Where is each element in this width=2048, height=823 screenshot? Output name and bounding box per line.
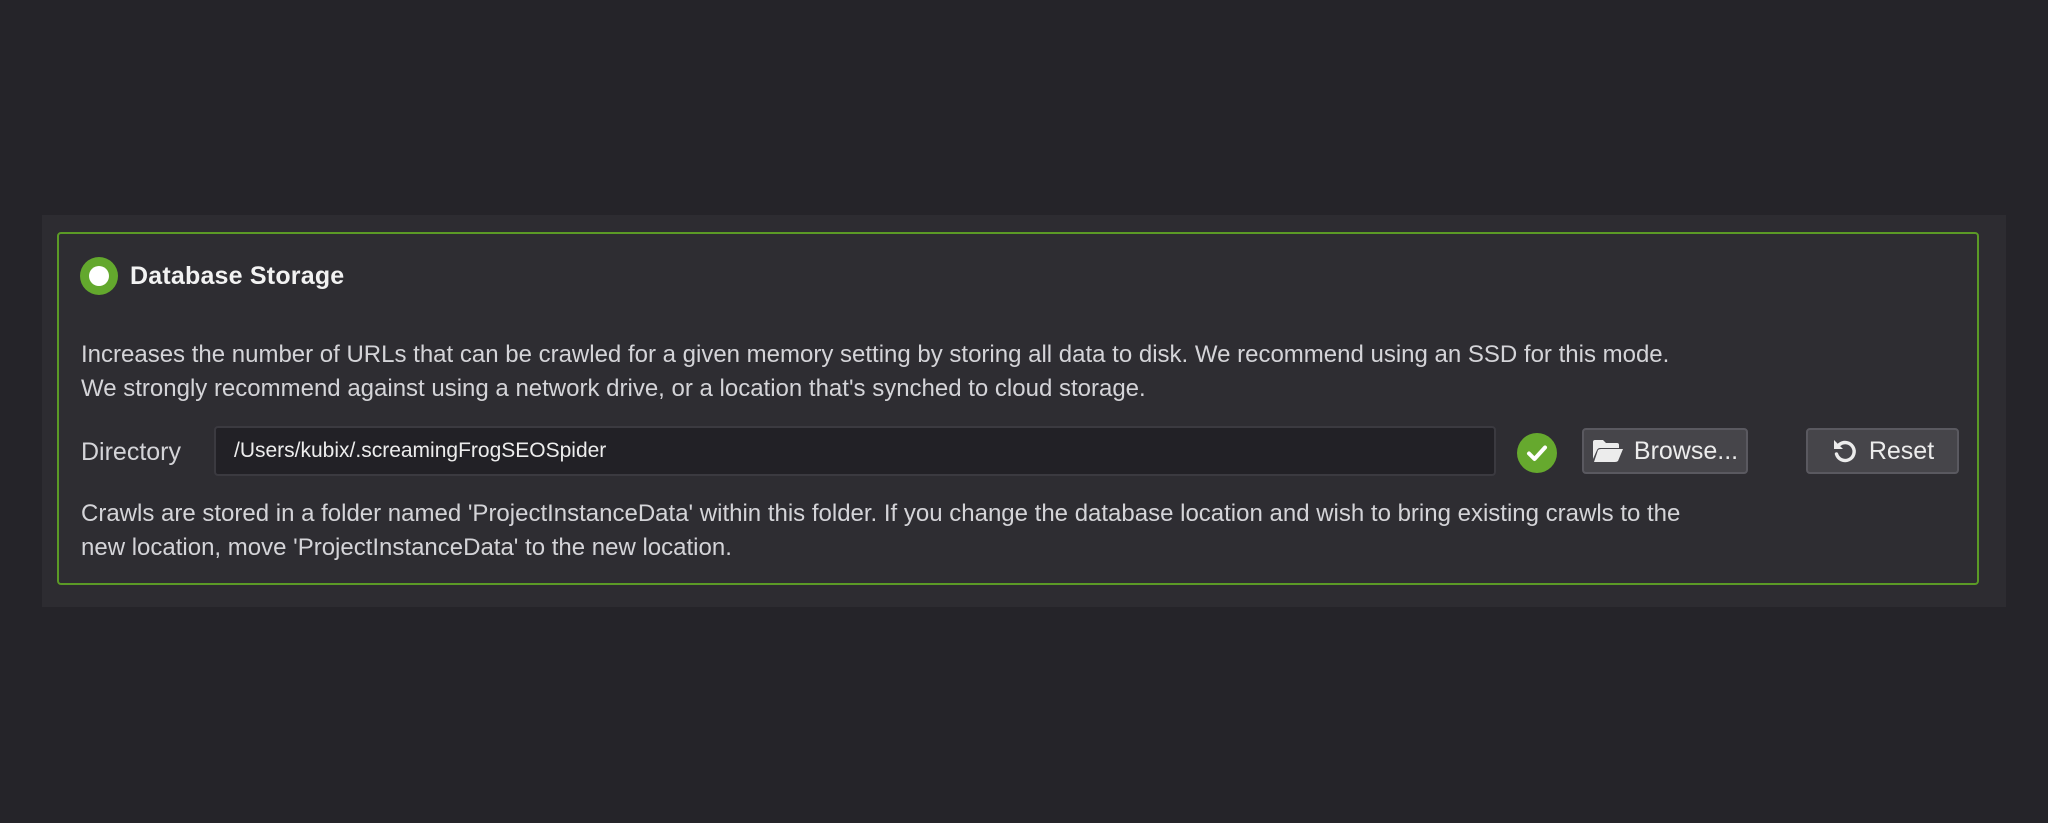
reset-button-label: Reset — [1868, 436, 1935, 465]
database-storage-radio[interactable] — [80, 257, 118, 295]
browse-button-label: Browse... — [1633, 436, 1739, 465]
reset-button[interactable]: Reset — [1806, 428, 1959, 474]
browse-button[interactable]: Browse... — [1582, 428, 1748, 474]
note-line-1: Crawls are stored in a folder named 'Pro… — [81, 500, 1681, 527]
undo-icon — [1831, 437, 1859, 465]
note-line-2: new location, move 'ProjectInstanceData'… — [81, 534, 732, 561]
description-line-2: We strongly recommend against using a ne… — [81, 375, 1146, 402]
directory-path-input[interactable] — [214, 426, 1496, 476]
storage-description: Increases the number of URLs that can be… — [81, 338, 1961, 406]
check-circle-icon — [1517, 433, 1557, 473]
database-storage-option[interactable]: Database Storage — [80, 256, 344, 296]
description-line-1: Increases the number of URLs that can be… — [81, 341, 1670, 368]
folder-open-icon — [1592, 439, 1624, 463]
crawl-location-note: Crawls are stored in a folder named 'Pro… — [81, 497, 1971, 565]
database-storage-label: Database Storage — [130, 261, 345, 290]
directory-label: Directory — [81, 438, 182, 466]
